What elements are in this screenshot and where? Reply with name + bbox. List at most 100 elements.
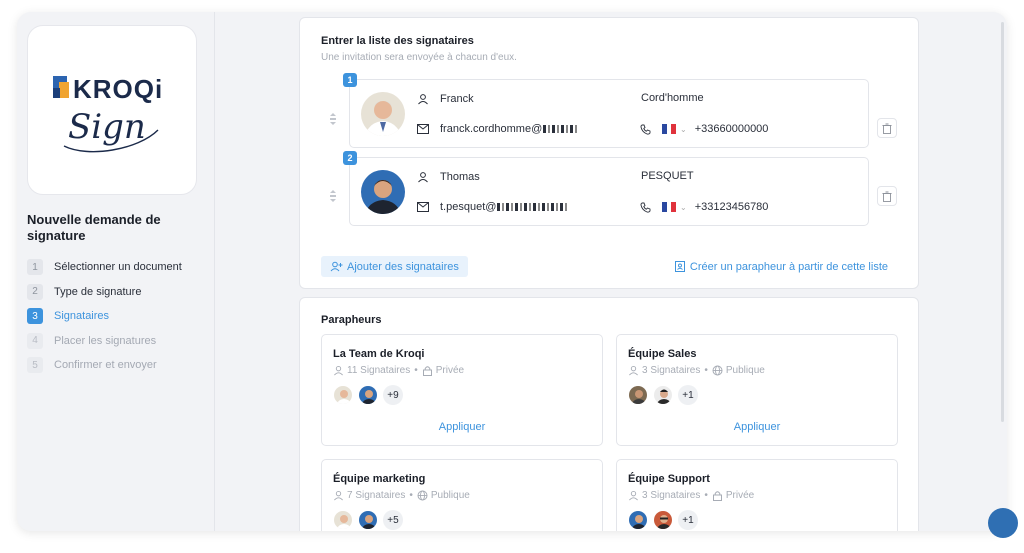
email-field[interactable]: t.pesquet@ bbox=[416, 200, 568, 214]
step-label: Sélectionner un document bbox=[54, 261, 182, 274]
signers-count: 3 Signataires bbox=[642, 365, 701, 376]
step-select-document[interactable]: 1 Sélectionner un document bbox=[27, 255, 212, 280]
phone-icon bbox=[638, 200, 652, 214]
step-label: Confirmer et envoyer bbox=[54, 359, 157, 372]
chevron-down-icon[interactable]: ⌄ bbox=[680, 125, 687, 134]
parapheur-name: Équipe Support bbox=[628, 473, 710, 485]
svg-text:KROQi: KROQi bbox=[73, 74, 163, 104]
parapheur-meta: 7 Signataires • Publique bbox=[333, 490, 470, 501]
phone-field[interactable]: ⌄ +33660000000 bbox=[638, 122, 768, 136]
avatar bbox=[361, 92, 405, 136]
user-icon bbox=[333, 365, 344, 376]
step-number: 4 bbox=[27, 332, 43, 349]
user-icon bbox=[333, 490, 344, 501]
france-flag-icon[interactable] bbox=[662, 124, 677, 134]
add-signers-button[interactable]: Ajouter des signataires bbox=[321, 256, 468, 277]
globe-icon bbox=[712, 365, 723, 376]
apply-button[interactable]: Appliquer bbox=[322, 421, 602, 433]
phone-field[interactable]: ⌄ +33123456780 bbox=[638, 200, 768, 214]
step-label: Signataires bbox=[54, 310, 110, 323]
delete-signer-button[interactable] bbox=[877, 186, 897, 206]
more-signers-badge: +1 bbox=[678, 510, 698, 530]
last-name-field[interactable]: PESQUET bbox=[641, 170, 694, 182]
lock-icon bbox=[422, 365, 433, 376]
parapheur-card-support: Équipe Support 3 Signataires • Privée +1 bbox=[616, 459, 898, 531]
apply-button[interactable]: Appliquer bbox=[617, 421, 897, 433]
phone-value: +33123456780 bbox=[694, 201, 769, 213]
sidebar: KROQi Sign Nouvelle demande de signature… bbox=[17, 12, 215, 531]
app-window: KROQi Sign Nouvelle demande de signature… bbox=[17, 12, 1007, 531]
signers-subtitle: Une invitation sera envoyée à chacun d'e… bbox=[321, 52, 517, 63]
parapheur-name: Équipe Sales bbox=[628, 348, 697, 360]
avatar bbox=[333, 510, 353, 530]
lock-icon bbox=[712, 490, 723, 501]
delete-signer-button[interactable] bbox=[877, 118, 897, 138]
trash-icon bbox=[882, 123, 892, 134]
signers-count: 3 Signataires bbox=[642, 490, 701, 501]
phone-icon bbox=[638, 122, 652, 136]
scrollbar[interactable] bbox=[1001, 22, 1004, 422]
last-name-value: Cord'homme bbox=[641, 92, 704, 104]
visibility-label: Publique bbox=[725, 365, 765, 376]
signer-index-badge: 2 bbox=[343, 151, 357, 165]
user-icon bbox=[628, 365, 639, 376]
book-icon bbox=[674, 261, 685, 272]
step-signature-type[interactable]: 2 Type de signature bbox=[27, 280, 212, 305]
svg-text:Sign: Sign bbox=[68, 107, 146, 147]
chat-widget-button[interactable] bbox=[988, 508, 1018, 538]
trash-icon bbox=[882, 191, 892, 202]
avatar bbox=[358, 385, 378, 405]
first-name-field[interactable]: Franck bbox=[416, 92, 474, 106]
create-parapheur-link[interactable]: Créer un parapheur à partir de cette lis… bbox=[674, 256, 888, 277]
avatar-group: +1 bbox=[628, 385, 698, 405]
parapheur-name: La Team de Kroqi bbox=[333, 348, 425, 360]
avatar bbox=[361, 170, 405, 214]
last-name-field[interactable]: Cord'homme bbox=[641, 92, 704, 104]
redacted-email bbox=[497, 203, 568, 211]
parapheur-name: Équipe marketing bbox=[333, 473, 426, 485]
create-parapheur-label: Créer un parapheur à partir de cette lis… bbox=[689, 260, 888, 273]
last-name-value: PESQUET bbox=[641, 170, 694, 182]
first-name-field[interactable]: Thomas bbox=[416, 170, 480, 184]
signers-count: 7 Signataires bbox=[347, 490, 406, 501]
more-signers-badge: +5 bbox=[383, 510, 403, 530]
avatar bbox=[358, 510, 378, 530]
email-value: franck.cordhomme@ bbox=[440, 123, 543, 135]
parapheur-card-sales: Équipe Sales 3 Signataires • Publique +1… bbox=[616, 334, 898, 446]
visibility-label: Privée bbox=[725, 490, 755, 501]
step-place-signatures: 4 Placer les signatures bbox=[27, 329, 212, 354]
parapheur-meta: 11 Signataires • Privée bbox=[333, 365, 464, 376]
drag-handle-icon[interactable] bbox=[328, 112, 338, 126]
add-user-icon bbox=[330, 261, 343, 272]
parapheurs-title: Parapheurs bbox=[321, 314, 382, 326]
parapheur-card-marketing: Équipe marketing 7 Signataires • Publiqu… bbox=[321, 459, 603, 531]
avatar bbox=[653, 510, 673, 530]
chevron-down-icon[interactable]: ⌄ bbox=[680, 203, 687, 212]
main-content: Entrer la liste des signataires Une invi… bbox=[216, 12, 1007, 531]
avatar bbox=[653, 385, 673, 405]
email-field[interactable]: franck.cordhomme@ bbox=[416, 122, 578, 136]
signer-index-badge: 1 bbox=[343, 73, 357, 87]
step-label: Type de signature bbox=[54, 285, 142, 298]
email-value: t.pesquet@ bbox=[440, 201, 497, 213]
france-flag-icon[interactable] bbox=[662, 202, 677, 212]
avatar-group: +9 bbox=[333, 385, 403, 405]
step-number: 5 bbox=[27, 357, 43, 374]
first-name-value: Thomas bbox=[440, 171, 480, 183]
step-label: Placer les signatures bbox=[54, 334, 157, 347]
more-signers-badge: +9 bbox=[383, 385, 403, 405]
avatar bbox=[333, 385, 353, 405]
redacted-email bbox=[543, 125, 578, 133]
visibility-label: Publique bbox=[430, 490, 470, 501]
signers-count: 11 Signataires bbox=[347, 365, 411, 376]
mail-icon bbox=[416, 122, 430, 136]
parapheur-card-team-kroqi: La Team de Kroqi 11 Signataires • Privée… bbox=[321, 334, 603, 446]
first-name-value: Franck bbox=[440, 93, 474, 105]
drag-handle-icon[interactable] bbox=[328, 189, 338, 203]
step-number: 3 bbox=[27, 308, 43, 325]
parapheur-meta: 3 Signataires • Publique bbox=[628, 365, 765, 376]
avatar bbox=[628, 510, 648, 530]
parapheurs-card: Parapheurs La Team de Kroqi 11 Signatair… bbox=[299, 297, 919, 531]
page-title: Nouvelle demande de signature bbox=[27, 212, 161, 243]
step-signers[interactable]: 3 Signataires bbox=[27, 304, 212, 329]
